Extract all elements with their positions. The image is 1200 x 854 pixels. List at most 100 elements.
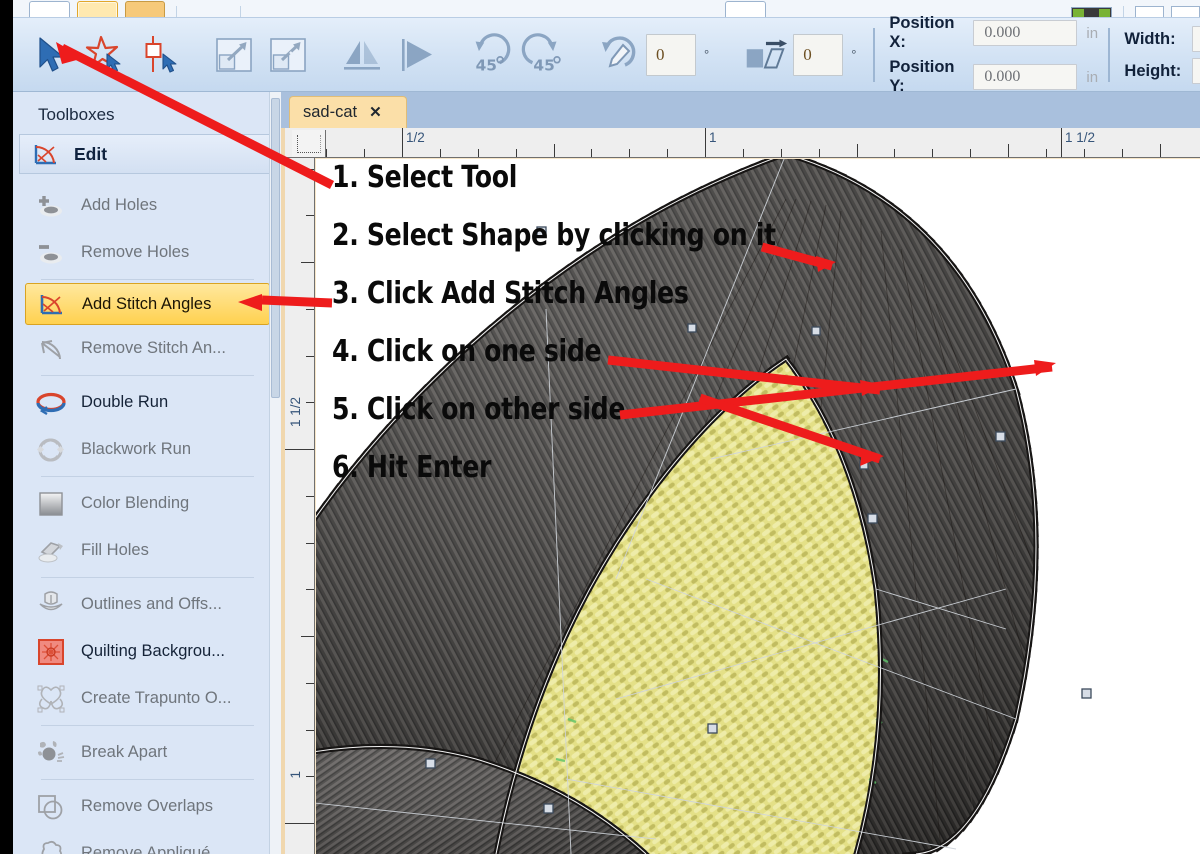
tool-item-outlines-and-offsets[interactable]: Outlines and Offs... bbox=[13, 581, 280, 628]
remove-applique-icon bbox=[35, 838, 67, 854]
toolbar-divider bbox=[176, 6, 178, 17]
position-x-row: Position X: 0.000 in bbox=[889, 14, 1104, 52]
skew-group: 0 ° bbox=[734, 18, 869, 91]
double-run-icon bbox=[35, 387, 67, 419]
ruler-tick bbox=[326, 149, 327, 157]
scale-tools-group bbox=[203, 18, 319, 91]
color-blending-icon bbox=[35, 488, 67, 520]
ruler-tick bbox=[306, 169, 314, 170]
ruler-tick bbox=[591, 149, 592, 157]
scrollbar-thumb[interactable] bbox=[271, 98, 280, 398]
ruler-tick bbox=[781, 149, 782, 157]
rotate-right-45-tool-button[interactable]: 45 bbox=[518, 28, 570, 82]
instruction-step: 3. Click Add Stitch Angles bbox=[332, 276, 689, 311]
tool-label: Outlines and Offs... bbox=[81, 595, 222, 613]
skew-degree-label: ° bbox=[851, 47, 857, 62]
scale-tool-button[interactable] bbox=[208, 28, 260, 82]
scale-nonproportional-tool-button[interactable] bbox=[262, 28, 314, 82]
tool-label: Remove Appliqué... bbox=[81, 844, 225, 854]
hoop-button[interactable] bbox=[724, 1, 766, 17]
print-button[interactable] bbox=[188, 1, 229, 17]
tool-item-add-stitch-angles[interactable]: Add Stitch Angles bbox=[25, 283, 270, 325]
close-icon[interactable]: ✕ bbox=[369, 105, 382, 120]
blackwork-run-icon bbox=[35, 434, 67, 466]
add-stitch-angles-icon bbox=[36, 288, 68, 320]
fill-holes-icon bbox=[35, 535, 67, 567]
tool-item-color-blending[interactable]: Color Blending bbox=[13, 480, 280, 527]
ruler-tick bbox=[857, 144, 858, 157]
object-properties-panel: Position X: 0.000 in Position Y: 0.000 i… bbox=[869, 14, 1200, 95]
panel-title: Toolboxes bbox=[38, 105, 115, 124]
ruler-tick bbox=[478, 149, 479, 157]
new-design-button[interactable] bbox=[29, 1, 70, 17]
ruler-tick bbox=[306, 309, 314, 310]
position-fields: Position X: 0.000 in Position Y: 0.000 i… bbox=[889, 14, 1104, 96]
flip-horizontal-tool-button[interactable] bbox=[336, 28, 388, 82]
ruler-tick bbox=[306, 356, 314, 357]
position-y-input[interactable]: 0.000 bbox=[973, 64, 1078, 90]
position-y-label: Position Y: bbox=[889, 58, 955, 95]
ruler-tick bbox=[1008, 144, 1009, 157]
tool-item-remove-overlaps[interactable]: Remove Overlaps bbox=[13, 783, 280, 830]
tool-item-quilting-background[interactable]: Quilting Backgrou... bbox=[13, 628, 280, 675]
width-input[interactable]: 0.000 bbox=[1192, 26, 1200, 52]
horizontal-ruler[interactable]: 1/2 1 1 1/2 bbox=[285, 128, 1200, 158]
ruler-label: 1/2 bbox=[406, 130, 425, 145]
tool-item-add-holes[interactable]: Add Holes bbox=[13, 182, 280, 229]
tool-item-remove-stitch-angles[interactable]: Remove Stitch An... bbox=[13, 325, 280, 372]
open-design-button[interactable] bbox=[76, 1, 118, 17]
rotate-free-tool-button[interactable] bbox=[592, 28, 644, 82]
tool-item-break-apart[interactable]: Break Apart bbox=[13, 729, 280, 776]
rotate-45-group: 45 45 bbox=[459, 18, 575, 91]
ruler-label: 1 bbox=[709, 130, 717, 145]
properties-divider bbox=[873, 28, 876, 82]
tool-label: Fill Holes bbox=[81, 541, 149, 559]
toolboxes-panel: Toolboxes Edit Add Holes Remove Holes Ad… bbox=[13, 92, 281, 854]
skew-angle-input[interactable]: 0 bbox=[793, 33, 844, 76]
tool-item-create-trapunto[interactable]: Create Trapunto O... bbox=[13, 675, 280, 722]
vertical-ruler[interactable]: 1 1/2 1 bbox=[285, 158, 315, 854]
snap-toggle-button[interactable] bbox=[1170, 6, 1200, 17]
tool-item-remove-holes[interactable]: Remove Holes bbox=[13, 229, 280, 276]
document-tab-sad-cat[interactable]: sad-cat ✕ bbox=[289, 96, 407, 128]
height-row: Height: 0.000 in bbox=[1124, 58, 1200, 84]
height-input[interactable]: 0.000 bbox=[1192, 58, 1200, 84]
rotate-angle-input[interactable]: 0 bbox=[646, 33, 696, 76]
tool-item-blackwork-run[interactable]: Blackwork Run bbox=[13, 426, 280, 473]
instruction-step: 4. Click on one side bbox=[332, 334, 602, 369]
select-shape-tool-button[interactable] bbox=[80, 28, 132, 82]
ruler-tick bbox=[306, 496, 314, 497]
tool-label: Quilting Backgrou... bbox=[81, 642, 225, 660]
ruler-tick bbox=[306, 402, 314, 403]
position-x-unit: in bbox=[1086, 24, 1099, 42]
ruler-tick bbox=[970, 149, 971, 157]
edit-toolbar: 45 45 0 ° 0 ° Position X: 0.000 in Posit… bbox=[13, 14, 1200, 95]
ruler-label: 1 1/2 bbox=[288, 397, 303, 428]
size-fields: Width: 0.000 in Height: 0.000 in bbox=[1124, 26, 1200, 84]
grid-toggle-button[interactable] bbox=[1134, 6, 1164, 17]
instruction-step: 5. Click on other side bbox=[332, 392, 626, 427]
position-x-input[interactable]: 0.000 bbox=[973, 20, 1078, 46]
list-divider bbox=[41, 375, 254, 376]
toolbox-edit-header[interactable]: Edit bbox=[19, 134, 274, 174]
ruler-tick bbox=[819, 149, 820, 157]
rotate-left-45-tool-button[interactable]: 45 bbox=[464, 28, 516, 82]
ruler-tick bbox=[667, 149, 668, 157]
select-node-tool-button[interactable] bbox=[134, 28, 186, 82]
tool-label: Remove Holes bbox=[81, 243, 190, 261]
create-trapunto-icon bbox=[35, 683, 67, 715]
tool-item-remove-applique[interactable]: Remove Appliqué... bbox=[13, 830, 280, 854]
instruction-step: 1. Select Tool bbox=[332, 160, 518, 195]
tool-item-double-run[interactable]: Double Run bbox=[13, 379, 280, 426]
flip-vertical-tool-button[interactable] bbox=[390, 28, 442, 82]
tool-item-fill-holes[interactable]: Fill Holes bbox=[13, 527, 280, 574]
ruler-origin-icon[interactable] bbox=[292, 130, 326, 157]
selection-tools-group bbox=[21, 18, 191, 91]
save-design-button[interactable] bbox=[124, 1, 166, 17]
toolbox-scrollbar[interactable] bbox=[269, 92, 281, 854]
ruler-tick bbox=[629, 149, 630, 157]
skew-tool-button[interactable] bbox=[739, 28, 791, 82]
tool-label: Double Run bbox=[81, 393, 169, 411]
ruler-tick bbox=[306, 543, 314, 544]
select-tool-button[interactable] bbox=[26, 28, 78, 82]
